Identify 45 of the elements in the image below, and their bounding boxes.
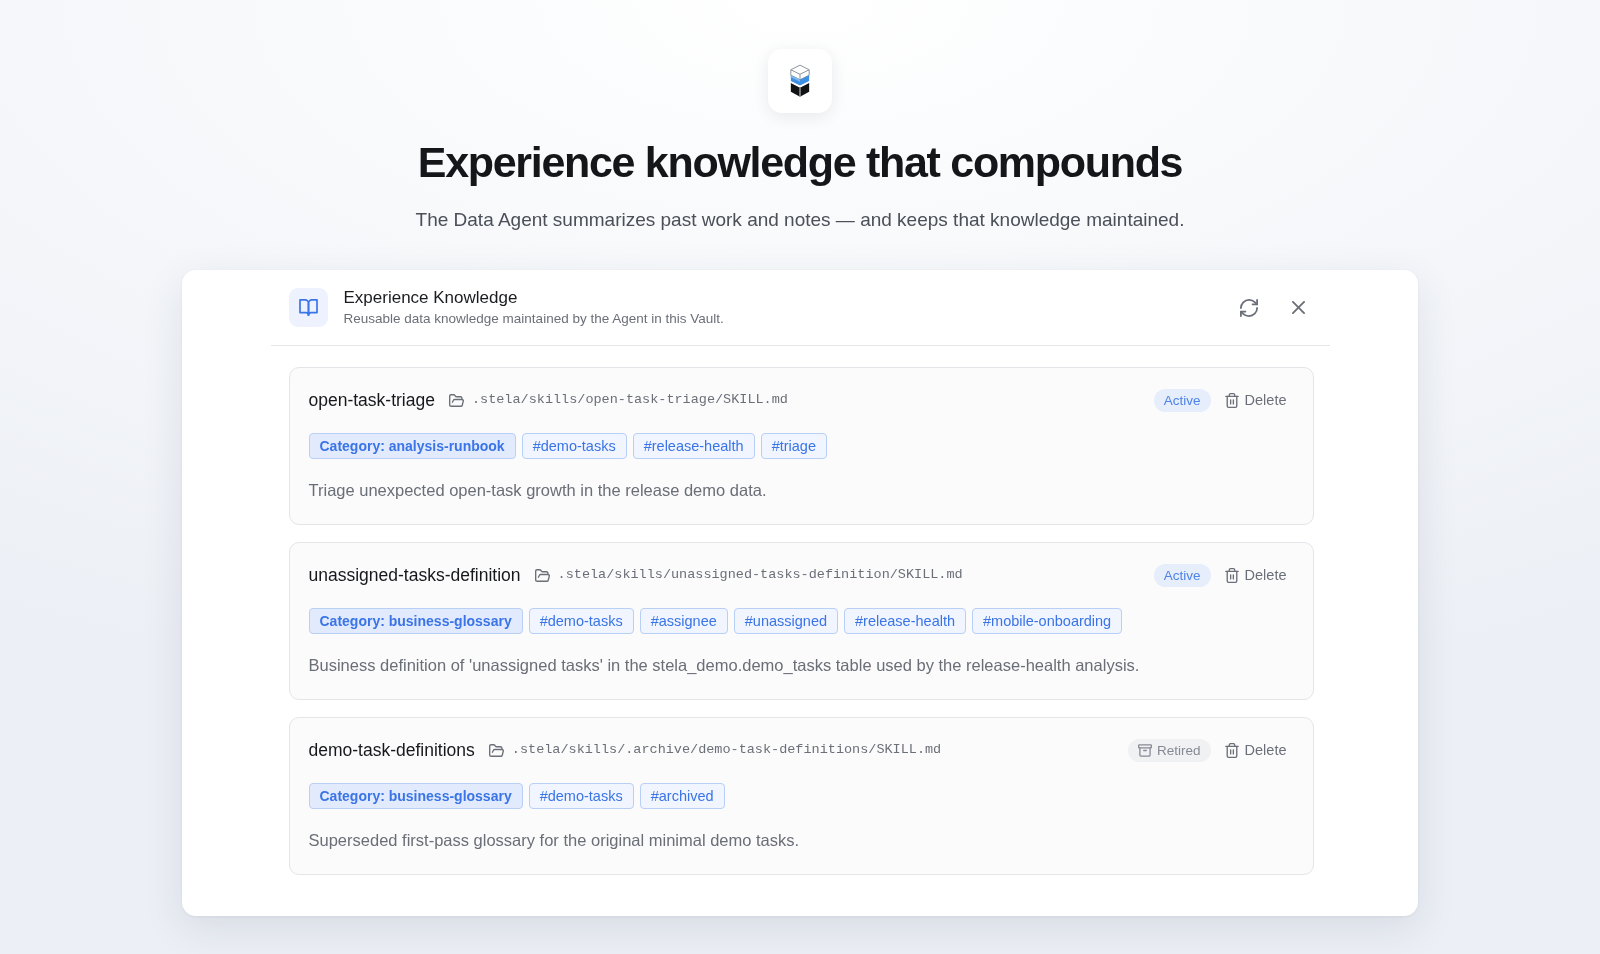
panel-subtitle: Reusable data knowledge maintained by the Agent in this Vault.: [343, 310, 725, 328]
delete-button[interactable]: Delete: [1224, 739, 1287, 761]
skill-name: open-task-triage: [308, 389, 435, 411]
skill-description: Triage unexpected open-task growth in the release demo data.: [308, 480, 768, 501]
hashtag-tag: #demo-tasks: [521, 433, 627, 459]
category-tag: Category: business-glossary: [308, 608, 523, 634]
close-button[interactable]: [1291, 301, 1305, 314]
folder-icon: [448, 393, 464, 407]
hexagon-stack-logo-icon: [768, 49, 832, 113]
book-icon: [288, 288, 328, 327]
hashtag-tag: #triage: [760, 433, 827, 459]
hashtag-tag: #demo-tasks: [528, 783, 634, 809]
hashtag-tag: #release-health: [632, 433, 755, 459]
skill-description: Superseded first-pass glossary for the original minimal demo tasks.: [308, 830, 801, 851]
delete-button[interactable]: Delete: [1224, 564, 1287, 586]
hashtag-tag: #demo-tasks: [528, 608, 634, 634]
refresh-icon: [1239, 298, 1258, 317]
status-label: Active: [1163, 391, 1201, 409]
hashtag-tag: #mobile-onboarding: [972, 608, 1123, 634]
file-path: .stela/skills/.archive/demo-task-definitions/SKILL.md: [511, 741, 942, 759]
category-tag: Category: business-glossary: [308, 783, 523, 809]
trash-icon: [1224, 742, 1239, 758]
category-tag: Category: analysis-runbook: [308, 433, 516, 459]
refresh-button[interactable]: [1239, 298, 1258, 317]
page-subtitle: The Data Agent summarizes past work and notes — and keeps that knowledge maintained.: [415, 208, 1185, 232]
skill-name: unassigned-tasks-definition: [308, 564, 521, 586]
archive-box-icon: [1138, 743, 1153, 757]
hashtag-tag: #release-health: [844, 608, 966, 634]
trash-icon: [1224, 392, 1239, 408]
file-path: .stela/skills/open-task-triage/SKILL.md: [471, 391, 788, 409]
file-path: .stela/skills/unassigned-tasks-definition/SKILL.md: [557, 566, 963, 584]
skill-name: demo-task-definitions: [308, 739, 475, 761]
panel-title: Experience Knowledge: [343, 287, 519, 309]
delete-button[interactable]: Delete: [1224, 389, 1287, 411]
hashtag-tag: #archived: [639, 783, 725, 809]
folder-icon: [488, 743, 504, 757]
hashtag-tag: #assignee: [639, 608, 728, 634]
status-label: Retired: [1157, 741, 1201, 759]
status-label: Active: [1163, 566, 1201, 584]
hashtag-tag: #unassigned: [733, 608, 839, 634]
folder-icon: [534, 568, 550, 582]
skill-description: Business definition of 'unassigned tasks' in the stela_demo.demo_tasks table used by the release-health analysis.: [308, 655, 1141, 676]
page-heading: Experience knowledge that compounds: [417, 137, 1183, 188]
close-icon: [1291, 301, 1305, 314]
trash-icon: [1224, 567, 1239, 583]
